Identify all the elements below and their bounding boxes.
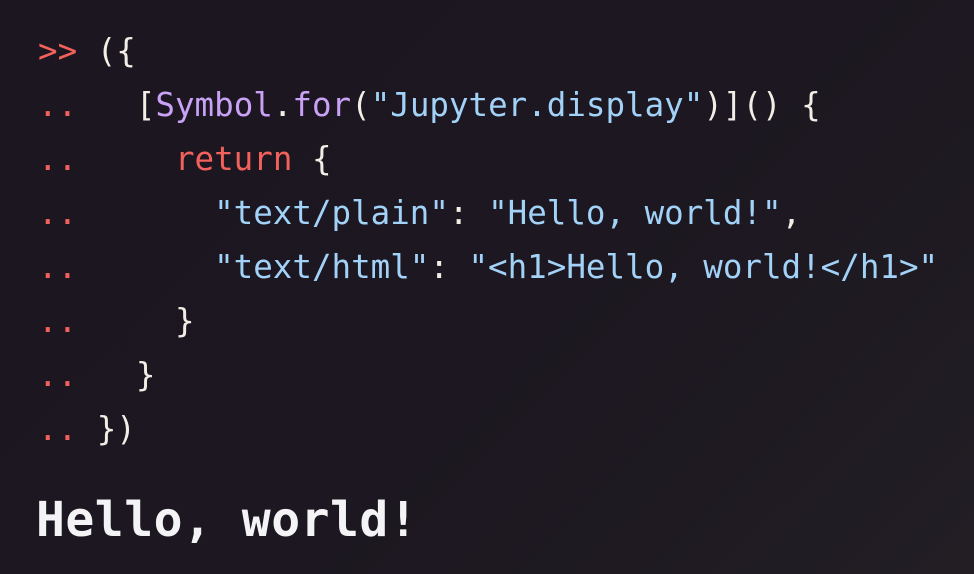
token-plain: ({ [77, 32, 136, 70]
token-plain: [ [77, 86, 156, 124]
token-plain: : [429, 248, 469, 286]
continuation-prompt: .. [38, 248, 78, 286]
input-prompt: >> [38, 32, 78, 70]
code-line: .. }) [38, 402, 938, 456]
continuation-prompt: .. [38, 194, 78, 232]
token-string: "Jupyter.display" [370, 86, 704, 124]
code-line: .. return { [38, 132, 938, 186]
code-line: .. "text/plain": "Hello, world!", [38, 186, 938, 240]
token-plain: } [77, 356, 156, 394]
token-plain: } [77, 302, 195, 340]
token-plain: , [781, 194, 802, 232]
code-line: .. } [38, 348, 938, 402]
token-plain: )]() { [703, 86, 821, 124]
token-keyword: return [174, 140, 293, 178]
token-plain: . [272, 86, 293, 124]
token-func: for [292, 86, 352, 124]
token-plain: : [448, 194, 489, 232]
token-func: Symbol [155, 86, 273, 124]
continuation-prompt: .. [38, 356, 78, 394]
token-plain: { [292, 140, 332, 178]
output-heading: Hello, world! [36, 492, 419, 548]
token-plain: ( [351, 86, 371, 124]
code-input-block[interactable]: >> ({.. [Symbol.for("Jupyter.display")](… [38, 24, 938, 456]
continuation-prompt: .. [38, 140, 78, 178]
code-line: >> ({ [38, 24, 938, 78]
code-line: .. [Symbol.for("Jupyter.display")]() { [38, 78, 938, 132]
continuation-prompt: .. [38, 86, 78, 124]
code-line: .. } [38, 294, 938, 348]
token-string: "text/plain" [214, 194, 449, 232]
continuation-prompt: .. [38, 302, 78, 340]
token-string: "Hello, world!" [488, 194, 782, 232]
continuation-prompt: .. [38, 410, 78, 448]
token-string: "<h1>Hello, world!</h1>" [468, 248, 939, 286]
token-plain: }) [77, 410, 136, 448]
token-string: "text/html" [214, 248, 430, 286]
code-line: .. "text/html": "<h1>Hello, world!</h1>" [38, 240, 938, 294]
